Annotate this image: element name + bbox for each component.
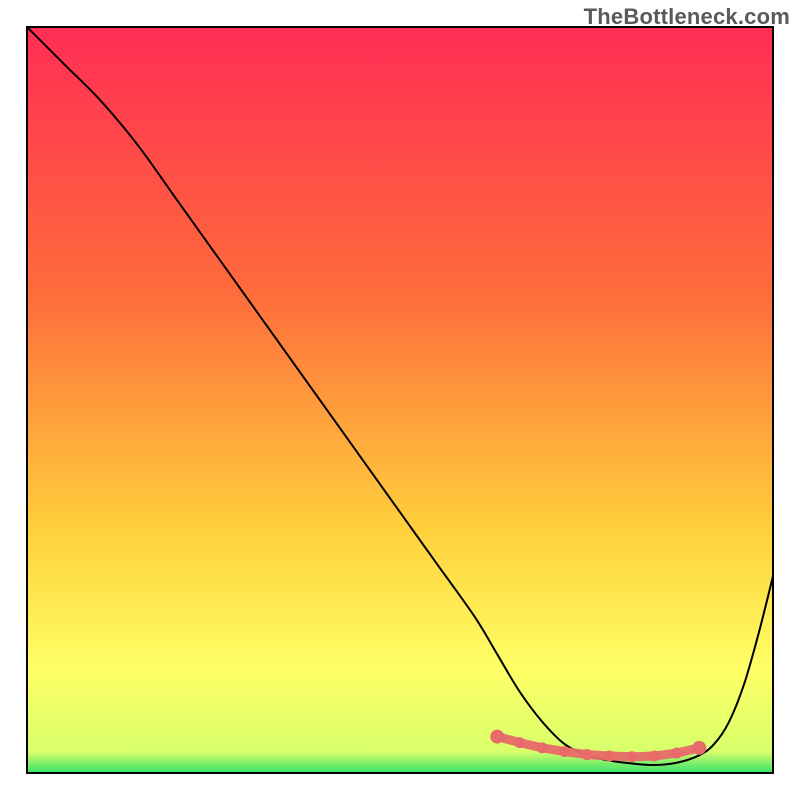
chart-plot-area <box>26 26 774 774</box>
optimal-marker <box>537 742 548 753</box>
watermark-label: TheBottleneck.com <box>584 4 790 30</box>
bottleneck-curve-chart <box>26 26 774 774</box>
optimal-marker <box>671 748 682 759</box>
gradient-background <box>26 26 774 774</box>
optimal-marker <box>626 751 637 762</box>
optimal-marker <box>649 751 660 762</box>
optimal-marker <box>582 749 593 760</box>
optimal-marker <box>559 746 570 757</box>
optimal-marker <box>692 741 706 755</box>
optimal-marker <box>514 737 525 748</box>
optimal-marker <box>490 730 504 744</box>
optimal-marker <box>604 751 615 762</box>
